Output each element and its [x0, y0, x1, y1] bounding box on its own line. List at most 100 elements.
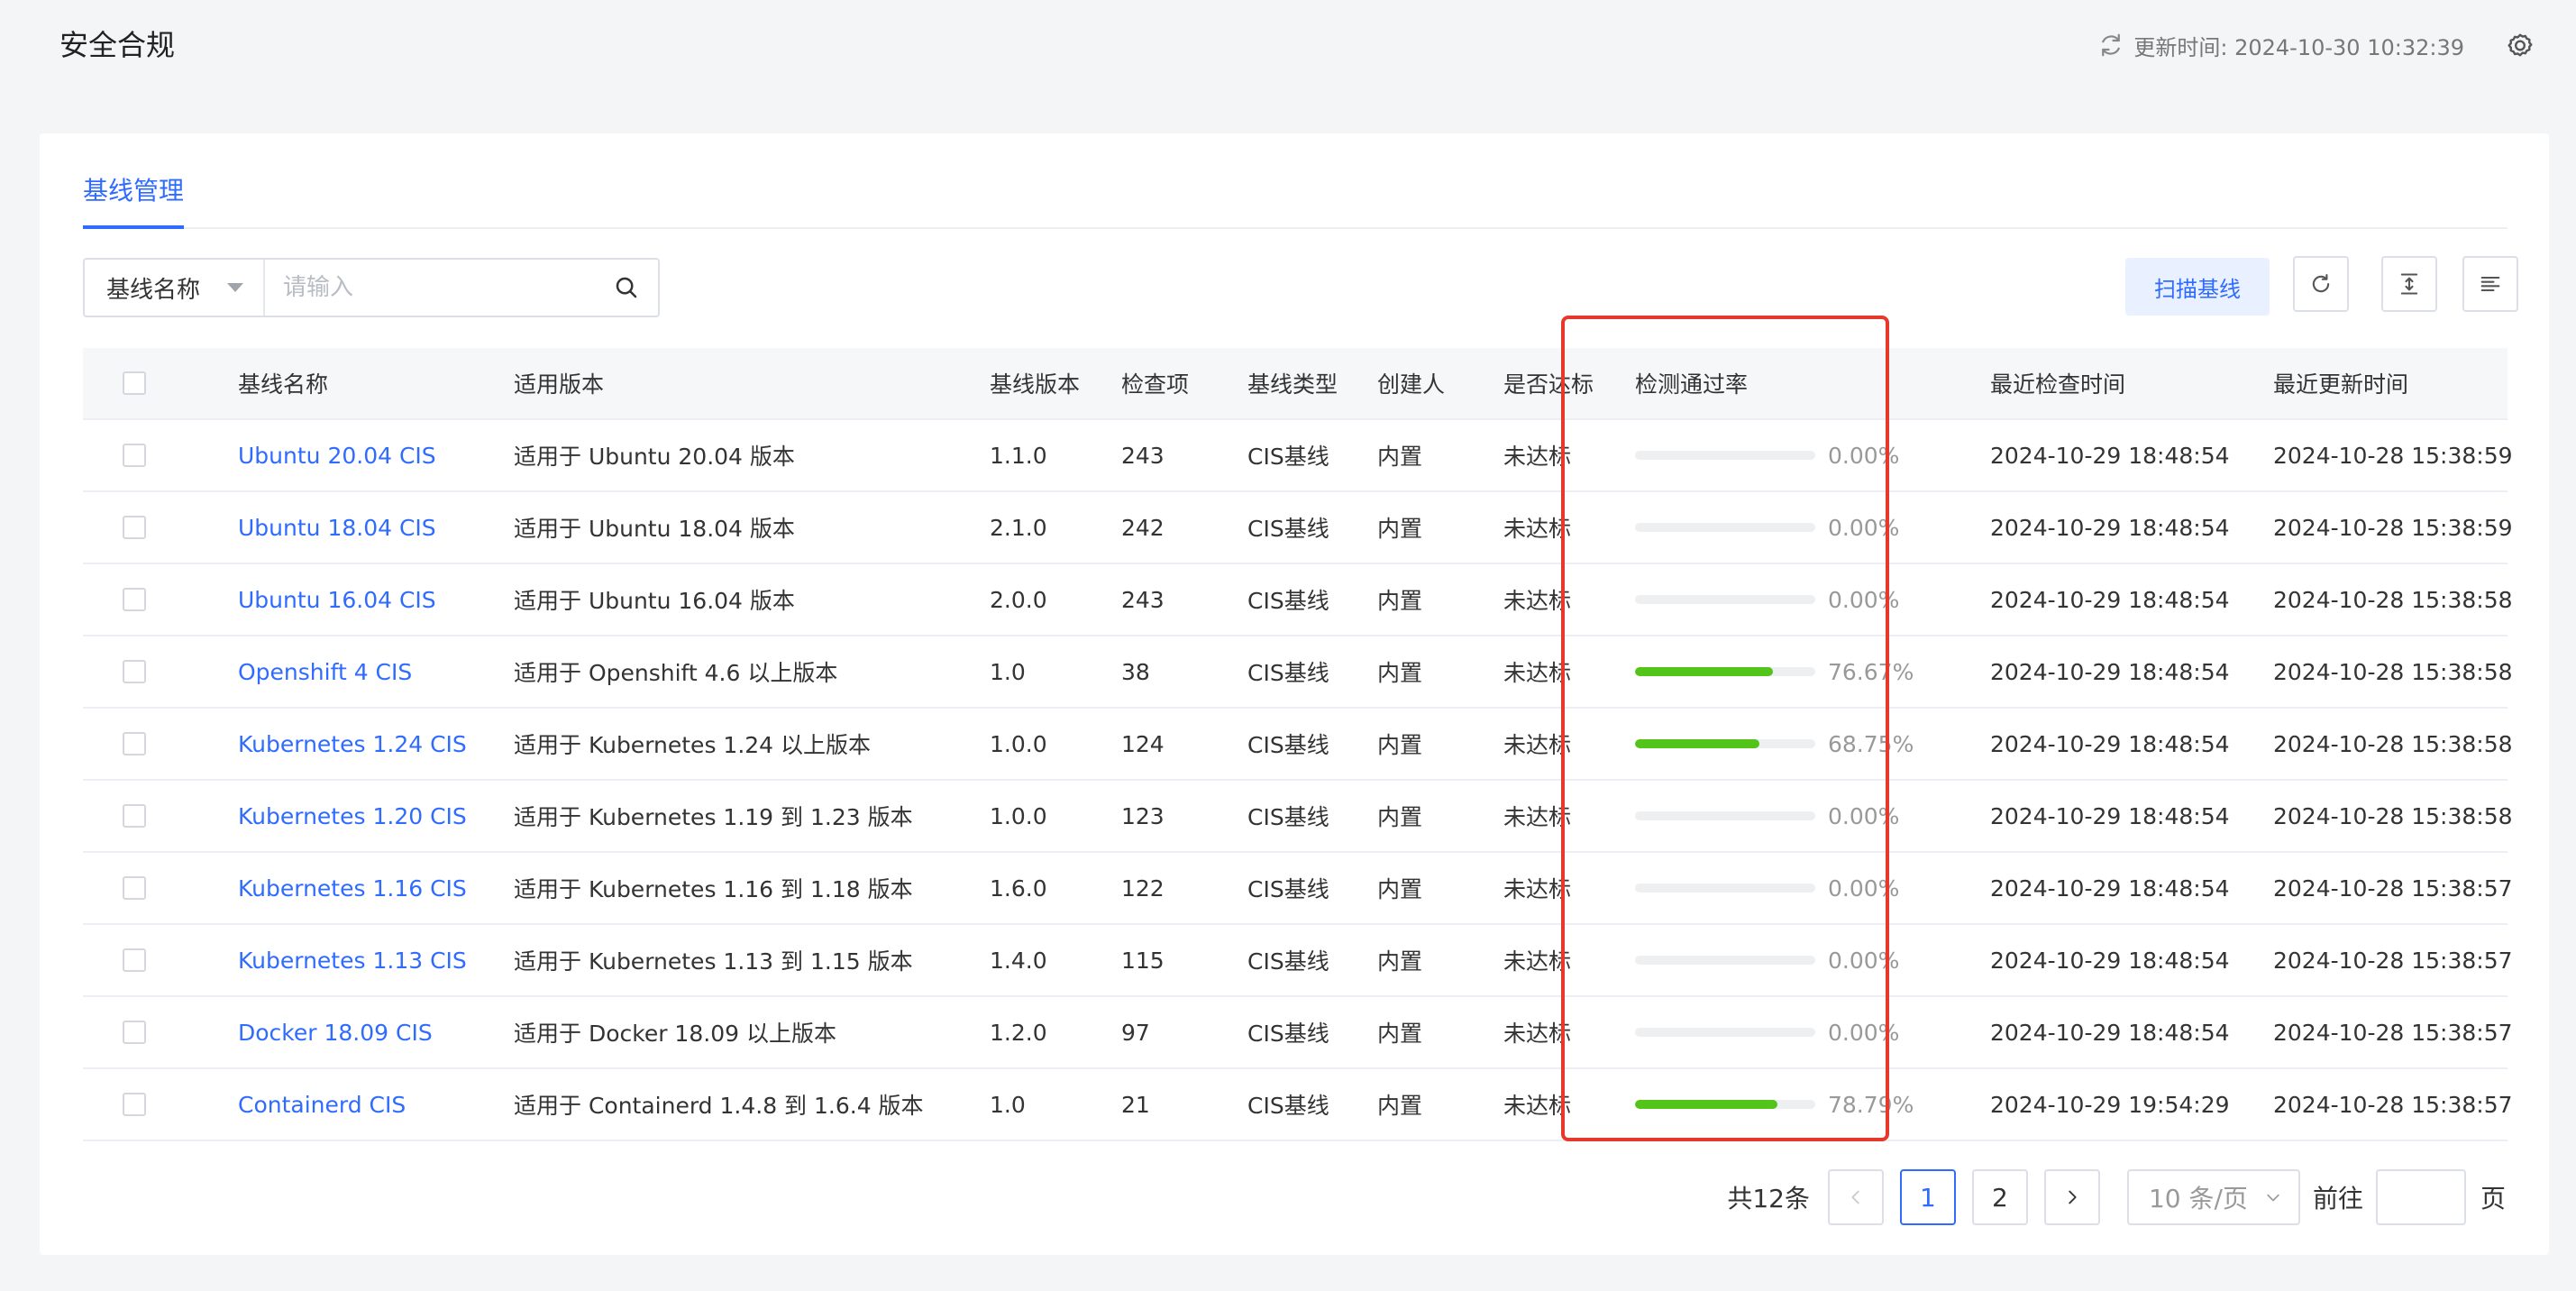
creator: 内置 [1377, 1021, 1423, 1047]
row-checkbox[interactable] [123, 1021, 146, 1044]
search-field-select[interactable]: 基线名称 [85, 260, 265, 316]
page-size-select[interactable]: 10 条/页 [2126, 1169, 2300, 1225]
chevron-left-icon [1851, 1190, 1859, 1204]
density-icon [2400, 273, 2418, 295]
next-page-button[interactable] [2043, 1169, 2100, 1225]
last-update-time: 2024-10-28 15:38:57 [2273, 947, 2513, 974]
header-items: 检查项 [1121, 371, 1190, 398]
row-select-cell [123, 492, 146, 563]
table-row: Containerd CIS 适用于 Containerd 1.4.8 到 1.6… [83, 1069, 2513, 1141]
check-items: 115 [1121, 947, 1165, 974]
page-2-button[interactable]: 2 [1971, 1169, 2028, 1225]
progress-track [1635, 1100, 1815, 1109]
baseline-version: 1.0.0 [990, 730, 1047, 757]
compliance-status: 未达标 [1503, 660, 1572, 686]
pass-rate-cell: 0.00% [1635, 925, 1899, 995]
settings-button[interactable] [2502, 27, 2538, 63]
baseline-name-link[interactable]: Kubernetes 1.16 CIS [238, 853, 467, 923]
header-name: 基线名称 [238, 371, 329, 398]
scan-baseline-button[interactable]: 扫描基线 [2125, 258, 2270, 316]
applicable-version: 适用于 Kubernetes 1.24 以上版本 [514, 732, 872, 758]
last-update-time: 2024-10-28 15:38:57 [2273, 874, 2513, 902]
pass-rate-progress: 0.00% [1635, 443, 1899, 469]
baseline-name-link[interactable]: Kubernetes 1.13 CIS [238, 925, 467, 995]
tab-label: 基线管理 [83, 176, 185, 206]
row-select-cell [123, 997, 146, 1067]
baseline-version: 1.0 [990, 658, 1026, 685]
baseline-name-link[interactable]: Ubuntu 20.04 CIS [238, 420, 436, 490]
goto-page-input[interactable] [2375, 1169, 2466, 1225]
column-settings-button[interactable] [2462, 256, 2518, 312]
applicable-version: 适用于 Kubernetes 1.13 到 1.15 版本 [514, 948, 913, 975]
row-checkbox[interactable] [123, 1093, 146, 1116]
row-checkbox[interactable] [123, 804, 146, 828]
last-update-time: 2024-10-28 15:38:58 [2273, 658, 2513, 685]
pass-rate-progress: 0.00% [1635, 875, 1899, 902]
pass-rate-cell: 0.00% [1635, 853, 1899, 923]
applicable-version: 适用于 Openshift 4.6 以上版本 [514, 660, 838, 686]
top-bar: 安全合规 更新时间: 2024-10-30 10:32:39 [0, 0, 2576, 90]
check-items: 243 [1121, 586, 1165, 613]
row-density-button[interactable] [2381, 256, 2437, 312]
row-checkbox[interactable] [123, 660, 146, 683]
last-update-time: 2024-10-28 15:38:59 [2273, 442, 2513, 469]
table-row: Kubernetes 1.16 CIS 适用于 Kubernetes 1.16 到… [83, 853, 2513, 925]
creator: 内置 [1377, 876, 1423, 902]
prev-page-button[interactable] [1827, 1169, 1884, 1225]
update-time[interactable]: 更新时间: 2024-10-30 10:32:39 [2097, 29, 2464, 61]
pass-rate-text: 0.00% [1828, 514, 1900, 541]
check-items: 243 [1121, 442, 1165, 469]
baseline-type: CIS基线 [1247, 876, 1329, 902]
refresh-icon [2312, 274, 2330, 293]
pass-rate-progress: 0.00% [1635, 515, 1899, 541]
search-input[interactable] [265, 259, 595, 316]
progress-fill [1635, 739, 1759, 748]
progress-track [1635, 451, 1815, 460]
creator: 内置 [1377, 516, 1423, 542]
select-all-checkbox[interactable] [123, 371, 146, 395]
tab-baseline-management[interactable]: 基线管理 [83, 169, 184, 227]
page-1-button[interactable]: 1 [1899, 1169, 1956, 1225]
baseline-name-link[interactable]: Containerd CIS [238, 1069, 406, 1140]
search-field-label: 基线名称 [106, 276, 201, 304]
row-checkbox[interactable] [123, 444, 146, 467]
total-count: 共12条 [1727, 1184, 1810, 1213]
search-button[interactable] [595, 260, 658, 316]
row-checkbox[interactable] [123, 516, 146, 539]
last-update-time: 2024-10-28 15:38:58 [2273, 802, 2513, 829]
table-row: Kubernetes 1.20 CIS 适用于 Kubernetes 1.19 到… [83, 781, 2513, 853]
last-check-time: 2024-10-29 18:48:54 [1990, 874, 2230, 902]
row-checkbox[interactable] [123, 876, 146, 900]
pass-rate-text: 0.00% [1828, 586, 1900, 613]
compliance-status: 未达标 [1503, 1093, 1572, 1119]
baseline-name-link[interactable]: Kubernetes 1.20 CIS [238, 781, 467, 851]
check-items: 122 [1121, 874, 1165, 902]
compliance-status: 未达标 [1503, 732, 1572, 758]
compliance-status: 未达标 [1503, 588, 1572, 614]
baseline-version: 2.1.0 [990, 514, 1047, 541]
select-all-cell [123, 348, 146, 418]
creator: 内置 [1377, 1093, 1423, 1119]
pagination: 共12条 1 2 10 条/页 前往 页 [1727, 1168, 2506, 1226]
last-update-time: 2024-10-28 15:38:57 [2273, 1091, 2513, 1118]
baseline-name-link[interactable]: Ubuntu 16.04 CIS [238, 564, 436, 635]
baseline-type: CIS基线 [1247, 948, 1329, 975]
header-last-check: 最近检查时间 [1990, 371, 2126, 398]
applicable-version: 适用于 Kubernetes 1.16 到 1.18 版本 [514, 876, 913, 902]
row-checkbox[interactable] [123, 588, 146, 611]
applicable-version: 适用于 Ubuntu 20.04 版本 [514, 444, 795, 470]
refresh-button[interactable] [2293, 256, 2349, 312]
pass-rate-progress: 0.00% [1635, 803, 1899, 829]
pass-rate-text: 76.67% [1828, 658, 1914, 685]
pass-rate-cell: 0.00% [1635, 492, 1899, 563]
header-creator: 创建人 [1377, 371, 1446, 398]
baseline-name-link[interactable]: Ubuntu 18.04 CIS [238, 492, 436, 563]
baseline-type: CIS基线 [1247, 1021, 1329, 1047]
baseline-name-link[interactable]: Docker 18.09 CIS [238, 997, 433, 1067]
baseline-name-link[interactable]: Openshift 4 CIS [238, 636, 412, 707]
table-row: Openshift 4 CIS 适用于 Openshift 4.6 以上版本 1.0… [83, 636, 2513, 709]
baseline-name-link[interactable]: Kubernetes 1.24 CIS [238, 709, 467, 779]
row-checkbox[interactable] [123, 948, 146, 972]
table-row: Kubernetes 1.13 CIS 适用于 Kubernetes 1.13 到… [83, 925, 2513, 997]
row-checkbox[interactable] [123, 732, 146, 755]
